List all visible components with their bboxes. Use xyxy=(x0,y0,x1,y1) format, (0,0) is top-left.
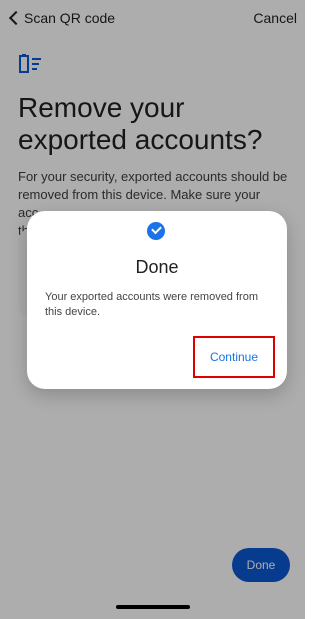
check-circle-icon xyxy=(147,222,165,240)
continue-button[interactable]: Continue xyxy=(193,336,275,378)
phone-screen: Scan QR code Cancel Remove your exported… xyxy=(0,0,305,619)
dialog-message: Your exported accounts were removed from… xyxy=(45,291,258,318)
dialog-title: Done xyxy=(135,257,179,277)
done-dialog: Done Your exported accounts were removed… xyxy=(27,211,287,389)
